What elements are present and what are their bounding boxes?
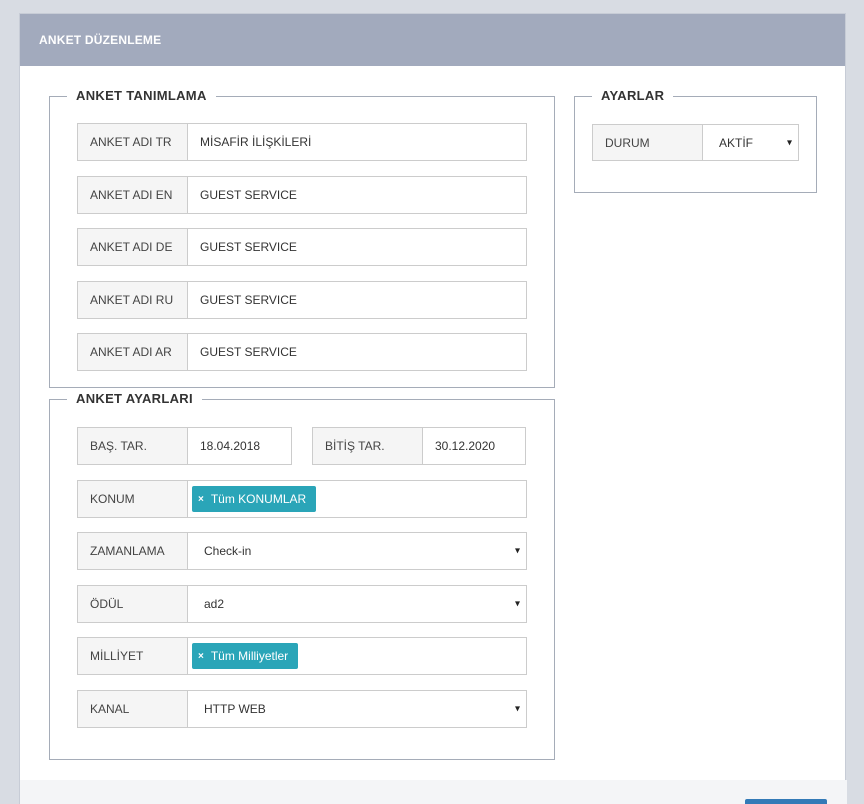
end-date-row: BİTİŞ TAR. 30.12.2020 [312,427,526,465]
channel-value: HTTP WEB [204,702,266,716]
settings-legend: AYARLAR [592,88,674,104]
name-en-label: ANKET ADI EN [77,176,187,214]
survey-definition-section: ANKET TANIMLAMA ANKET ADI TR MİSAFİR İLİ… [49,88,555,388]
name-ar-label: ANKET ADI AR [77,333,187,371]
timing-value: Check-in [204,544,252,558]
name-de-input[interactable]: GUEST SERVICE [187,228,527,266]
chevron-down-icon: ▾ [514,703,520,715]
timing-row: ZAMANLAMA Check-in ▾ [77,532,527,570]
location-label: KONUM [77,480,187,518]
reward-row: ÖDÜL ad2 ▾ [77,585,527,623]
name-en-row: ANKET ADI EN GUEST SERVICE [77,176,527,214]
survey-settings-section: ANKET AYARLARI BAŞ. TAR. 18.04.2018 BİTİ… [49,391,555,760]
channel-label: KANAL [77,690,187,728]
name-tr-label: ANKET ADI TR [77,123,187,161]
name-ru-input[interactable]: GUEST SERVICE [187,281,527,319]
chevron-down-icon: ▾ [514,598,520,610]
start-date-row: BAŞ. TAR. 18.04.2018 [77,427,292,465]
chevron-down-icon: ▾ [786,137,792,148]
nationality-tag[interactable]: × Tüm Milliyetler [192,643,299,669]
name-ar-input[interactable]: GUEST SERVICE [187,333,527,371]
status-row: DURUM AKTİF ▾ [592,124,799,161]
panel-title: ANKET DÜZENLEME [20,14,845,66]
start-date-label: BAŞ. TAR. [77,427,187,465]
location-multiselect[interactable]: × Tüm KONUMLAR [187,480,527,518]
name-ru-label: ANKET ADI RU [77,281,187,319]
location-tag-label: Tüm KONUMLAR [210,492,307,506]
reward-select[interactable]: ad2 ▾ [187,585,527,623]
status-value: AKTİF [719,135,754,150]
nationality-tag-label: Tüm Milliyetler [210,649,289,663]
name-en-input[interactable]: GUEST SERVICE [187,176,527,214]
nationality-label: MİLLİYET [77,637,187,675]
name-tr-input[interactable]: MİSAFİR İLİŞKİLERİ [187,123,527,161]
name-ar-row: ANKET ADI AR GUEST SERVICE [77,333,527,371]
status-select[interactable]: AKTİF ▾ [702,124,799,161]
settings-section: AYARLAR DURUM AKTİF ▾ [574,88,817,193]
panel-footer [20,780,847,804]
end-date-label: BİTİŞ TAR. [312,427,422,465]
survey-settings-legend: ANKET AYARLARI [67,391,202,407]
name-de-row: ANKET ADI DE GUEST SERVICE [77,228,527,266]
name-tr-row: ANKET ADI TR MİSAFİR İLİŞKİLERİ [77,123,527,161]
timing-label: ZAMANLAMA [77,532,187,570]
save-button[interactable] [745,799,827,804]
tag-remove-icon[interactable]: × [198,494,204,505]
reward-label: ÖDÜL [77,585,187,623]
status-label: DURUM [592,124,702,161]
survey-definition-legend: ANKET TANIMLAMA [67,88,216,104]
nationality-row: MİLLİYET × Tüm Milliyetler [77,637,527,675]
start-date-input[interactable]: 18.04.2018 [187,427,292,465]
edit-panel: ANKET DÜZENLEME ANKET TANIMLAMA ANKET AD… [19,13,847,804]
location-tag[interactable]: × Tüm KONUMLAR [192,486,317,512]
reward-value: ad2 [204,597,225,611]
end-date-input[interactable]: 30.12.2020 [422,427,526,465]
location-row: KONUM × Tüm KONUMLAR [77,480,527,518]
tag-remove-icon[interactable]: × [198,651,204,662]
chevron-down-icon: ▾ [514,545,520,557]
timing-select[interactable]: Check-in ▾ [187,532,527,570]
name-ru-row: ANKET ADI RU GUEST SERVICE [77,281,527,319]
channel-select[interactable]: HTTP WEB ▾ [187,690,527,728]
name-de-label: ANKET ADI DE [77,228,187,266]
nationality-multiselect[interactable]: × Tüm Milliyetler [187,637,527,675]
channel-row: KANAL HTTP WEB ▾ [77,690,527,728]
